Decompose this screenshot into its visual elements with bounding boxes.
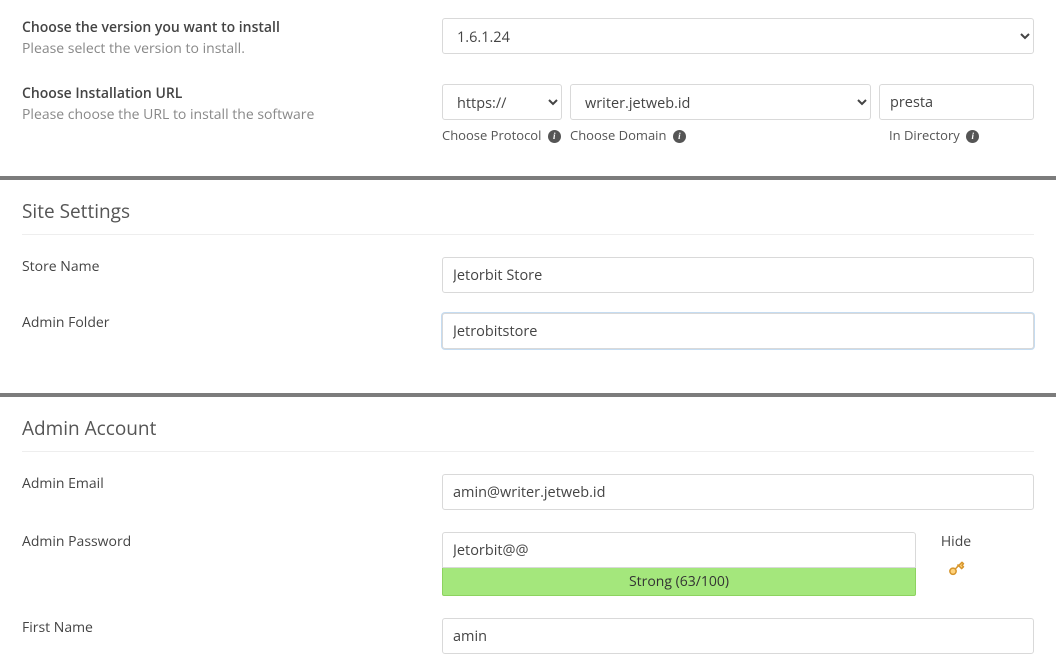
first-name-label: First Name <box>22 618 422 637</box>
password-strength-bar: Strong (63/100) <box>442 567 916 596</box>
info-icon[interactable]: i <box>548 130 561 143</box>
first-name-input[interactable] <box>442 618 1034 654</box>
admin-folder-input[interactable] <box>442 313 1034 349</box>
admin-folder-label: Admin Folder <box>22 313 422 332</box>
admin-email-label: Admin Email <box>22 474 422 493</box>
store-name-label: Store Name <box>22 257 422 276</box>
install-url-desc: Please choose the URL to install the sof… <box>22 105 422 124</box>
first-name-row: First Name <box>0 604 1056 662</box>
thin-divider <box>22 451 1034 452</box>
directory-sublabel: In Directory <box>889 126 960 144</box>
install-url-label: Choose Installation URL <box>22 84 422 103</box>
thin-divider <box>22 234 1034 235</box>
admin-folder-row: Admin Folder <box>0 301 1056 357</box>
protocol-select[interactable]: https:// <box>442 84 562 120</box>
admin-password-input[interactable] <box>442 532 916 568</box>
key-icon[interactable] <box>932 557 980 584</box>
directory-input[interactable] <box>879 84 1034 120</box>
store-name-input[interactable] <box>442 257 1034 293</box>
version-row: Choose the version you want to install P… <box>0 0 1056 66</box>
admin-password-label: Admin Password <box>22 532 422 551</box>
protocol-sublabel: Choose Protocol <box>442 126 541 144</box>
password-toggle[interactable]: Hide <box>932 532 980 551</box>
admin-email-row: Admin Email <box>0 470 1056 518</box>
info-icon[interactable]: i <box>966 130 979 143</box>
admin-email-input[interactable] <box>442 474 1034 510</box>
info-icon[interactable]: i <box>673 130 686 143</box>
domain-sublabel: Choose Domain <box>570 126 666 144</box>
store-name-row: Store Name <box>0 253 1056 301</box>
admin-account-title: Admin Account <box>0 397 1056 451</box>
version-desc: Please select the version to install. <box>22 39 422 58</box>
version-label: Choose the version you want to install <box>22 18 422 37</box>
install-url-row: Choose Installation URL Please choose th… <box>0 66 1056 152</box>
site-settings-title: Site Settings <box>0 180 1056 234</box>
admin-password-row: Admin Password Strong (63/100) Hide <box>0 518 1056 604</box>
domain-select[interactable]: writer.jetweb.id <box>570 84 871 120</box>
version-select[interactable]: 1.6.1.24 <box>442 18 1034 54</box>
